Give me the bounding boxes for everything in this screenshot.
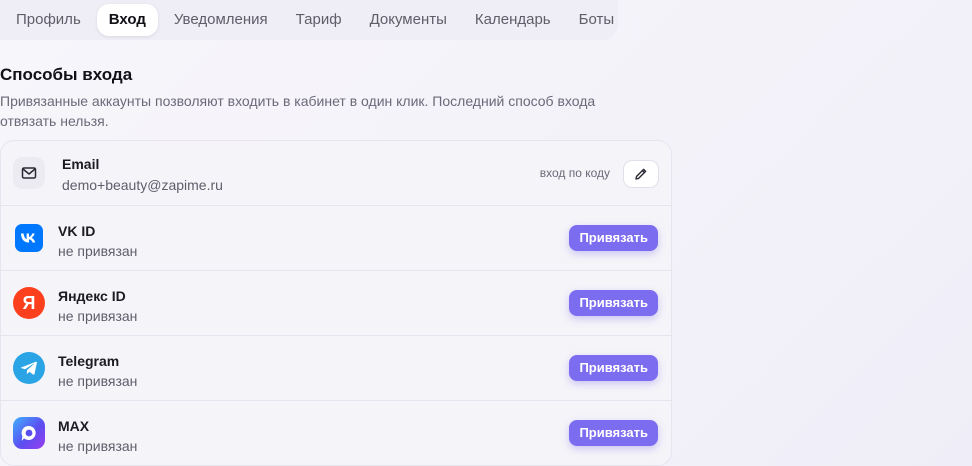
login-method-max: MAX не привязан Привязать [1, 401, 671, 465]
tab-calendar[interactable]: Календарь [461, 4, 565, 36]
method-status: не привязан [58, 308, 138, 324]
method-status: не привязан [58, 373, 138, 389]
login-mode-label: вход по коду [539, 166, 610, 180]
section-description: Привязанные аккаунты позволяют входить в… [0, 93, 596, 129]
method-name: VK ID [58, 223, 96, 239]
method-name: Яндекс ID [58, 288, 126, 304]
login-method-email: Email demo+beauty@zapime.ru вход по коду [1, 141, 671, 206]
section-title: Способы входа [0, 65, 133, 84]
method-name: Email [62, 156, 100, 172]
tab-bar: Профиль Вход Уведомления Тариф Документы… [0, 0, 618, 40]
vk-icon [15, 224, 43, 252]
login-method-vk: VK ID не привязан Привязать [1, 206, 671, 271]
method-status: не привязан [58, 243, 138, 259]
tab-documents[interactable]: Документы [356, 4, 461, 36]
edit-email-button[interactable] [623, 160, 659, 188]
tab-profile[interactable]: Профиль [2, 4, 95, 36]
tab-bots[interactable]: Боты [565, 4, 629, 36]
tab-login[interactable]: Вход [96, 4, 158, 36]
method-name: MAX [58, 418, 90, 434]
email-address: demo+beauty@zapime.ru [62, 177, 223, 193]
link-vk-button[interactable]: Привязать [569, 225, 658, 251]
mail-icon [13, 157, 45, 189]
yandex-icon: Я [13, 287, 45, 319]
pencil-icon [635, 168, 647, 180]
method-status: не привязан [58, 438, 138, 454]
svg-text:Я: Я [23, 293, 36, 313]
link-telegram-button[interactable]: Привязать [569, 355, 658, 381]
max-icon [13, 417, 45, 449]
login-methods-card: Email demo+beauty@zapime.ru вход по коду… [0, 140, 672, 466]
method-name: Telegram [58, 353, 120, 369]
login-method-yandex: Я Яндекс ID не привязан Привязать [1, 271, 671, 336]
telegram-icon [13, 352, 45, 384]
login-method-telegram: Telegram не привязан Привязать [1, 336, 671, 401]
tab-notifications[interactable]: Уведомления [160, 4, 282, 36]
link-max-button[interactable]: Привязать [569, 420, 658, 446]
link-yandex-button[interactable]: Привязать [569, 290, 658, 316]
tab-tariff[interactable]: Тариф [282, 4, 356, 36]
